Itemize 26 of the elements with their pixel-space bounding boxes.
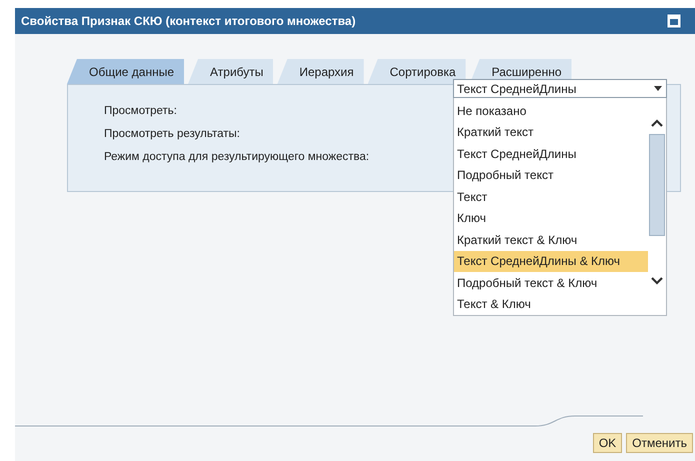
tab[interactable]: Общие данные: [67, 59, 184, 84]
scroll-up-icon[interactable]: [650, 118, 664, 128]
tab[interactable]: Сортировка: [368, 59, 466, 84]
dropdown-option[interactable]: Краткий текст & Ключ: [454, 229, 648, 250]
dropdown-option[interactable]: Текст: [454, 186, 648, 208]
scrollbar-thumb[interactable]: [649, 134, 665, 236]
tab[interactable]: Иерархия: [277, 59, 364, 84]
maximize-icon[interactable]: [667, 14, 681, 28]
tab[interactable]: Атрибуты: [188, 59, 274, 84]
dialog-button[interactable]: OK: [592, 433, 622, 453]
dropdown-option[interactable]: Текст СреднейДлины & Ключ: [454, 250, 648, 272]
field-label: Просмотреть:: [104, 105, 177, 117]
field-label: Режим доступа для результирующего множества:: [104, 151, 370, 163]
caret-icon: [654, 86, 662, 91]
dropdown-option[interactable]: Краткий текст: [454, 122, 648, 143]
dropdown-option[interactable]: Ключ: [454, 208, 648, 229]
scroll-down-icon[interactable]: [650, 276, 664, 286]
dropdown-option[interactable]: Текст & Ключ: [454, 294, 648, 315]
dropdown-option[interactable]: Не показано: [454, 100, 648, 122]
dialog-button[interactable]: Отменить: [626, 433, 693, 453]
window-title: Свойства Признак СКЮ (контекст итогового множества): [21, 14, 356, 28]
dropdown-option[interactable]: Подробный текст: [454, 164, 648, 186]
dropdown[interactable]: Текст СреднейДлины: [453, 79, 667, 98]
dropdown-option[interactable]: Подробный текст & Ключ: [454, 272, 648, 294]
dropdown-option[interactable]: Текст СреднейДлины: [454, 143, 648, 164]
field-label: Просмотреть результаты:: [104, 128, 240, 140]
